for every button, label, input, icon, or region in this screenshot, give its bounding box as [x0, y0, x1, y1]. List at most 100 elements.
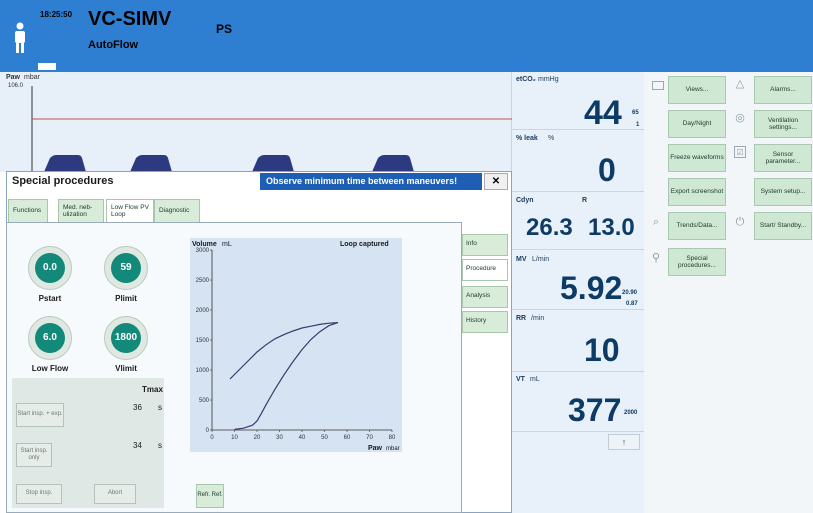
side-tab-procedure[interactable]: Procedure [462, 259, 508, 281]
mv-alarm-low: 0.87 [626, 301, 638, 307]
export-screenshot-button[interactable]: Export screenshot [668, 178, 726, 206]
sensor-icon: ☑ [734, 146, 746, 158]
tab-functions[interactable]: Functions [8, 199, 48, 223]
side-tab-history[interactable]: History [462, 311, 508, 333]
y-axis-label: Volume [192, 241, 217, 248]
etco2-unit: mmHg [538, 76, 559, 83]
x-tick-label: 10 [231, 435, 238, 441]
x-tick-label: 50 [321, 435, 328, 441]
mv-unit: L/min [532, 256, 550, 263]
ventilation-mode[interactable]: VC-SIMV [88, 8, 171, 31]
ventilation-submode: AutoFlow [88, 39, 139, 51]
pstart-label: Pstart [38, 294, 62, 303]
y-axis-unit: mL [222, 241, 232, 248]
scroll-up-button[interactable]: ↑ [608, 434, 640, 450]
tab-diagnostic[interactable]: Diagnostic [154, 199, 200, 223]
tmax-value-2: 34 [133, 441, 142, 450]
search-icon: ⌕ [652, 216, 660, 228]
x-axis-label: Paw [368, 445, 383, 452]
r-label: R [582, 197, 588, 204]
stop-insp-button[interactable]: Stop insp. [16, 484, 62, 504]
alarms-button[interactable]: Alarms... [754, 76, 812, 104]
x-axis-unit: mbar [386, 446, 400, 452]
etco2-alarm-low: 1 [636, 122, 640, 128]
x-tick-label: 30 [276, 435, 283, 441]
close-icon[interactable]: ✕ [484, 173, 508, 190]
mv-value: 5.92 [560, 270, 623, 306]
plimit-knob[interactable]: 59 [104, 246, 148, 290]
tmax-label: Tmax [142, 385, 163, 394]
etco2-value: 44 [584, 94, 622, 132]
vt-label: VT [516, 376, 525, 383]
daynight-button[interactable]: Day/Night [668, 110, 726, 138]
side-tab-info[interactable]: Info [462, 234, 508, 256]
plimit-value: 59 [111, 253, 141, 283]
special-procedures-button[interactable]: Special procedures... [668, 248, 726, 276]
vlimit-value: 1800 [111, 323, 141, 353]
vlimit-knob[interactable]: 1800 [104, 316, 148, 360]
rr-value: 10 [584, 332, 620, 368]
x-tick-label: 70 [366, 435, 373, 441]
r-value: 13.0 [588, 214, 635, 241]
low-flow-value: 6.0 [35, 323, 65, 353]
power-icon: ⏻ [735, 216, 745, 228]
refresh-reference-button[interactable]: Refr. Ref. [196, 484, 224, 508]
low-flow-label: Low Flow [31, 364, 69, 373]
start-insp-exp-button[interactable]: Start insp. + exp. [16, 403, 64, 427]
tmax-unit-2: s [158, 441, 162, 450]
pressure-waveform [31, 86, 512, 172]
dialog-message: Observe minimum time between maneuvers! [260, 173, 482, 190]
freeze-waveforms-button[interactable]: Freeze waveforms [668, 144, 726, 172]
alarm-triangle-icon: △ [735, 78, 745, 90]
tab-low-flow-pv-loop[interactable]: Low Flow PV Loop [106, 199, 154, 223]
y-tick-label: 1000 [196, 368, 210, 374]
side-tab-analysis[interactable]: Analysis [462, 286, 508, 308]
system-setup-button[interactable]: System setup... [754, 178, 812, 206]
leak-unit: % [548, 135, 555, 142]
tab-med-nebulization[interactable]: Med. neb-ulization [58, 199, 104, 223]
cdyn-label: Cdyn [516, 197, 534, 204]
low-flow-knob[interactable]: 6.0 [28, 316, 72, 360]
abort-button[interactable]: Abort [94, 484, 136, 504]
vt-alarm-high: 2000 [624, 410, 638, 416]
vlimit-label: Vlimit [115, 364, 137, 373]
start-standby-button[interactable]: Start/ Standby... [754, 212, 812, 240]
chart-background [190, 238, 402, 452]
views-icon [652, 81, 664, 90]
x-tick-label: 80 [389, 435, 396, 441]
mv-alarm-high: 20.90 [622, 290, 638, 296]
patient-icon[interactable] [12, 22, 28, 54]
trends-data-button[interactable]: Trends/Data... [668, 212, 726, 240]
rr-label: RR [516, 315, 527, 322]
pstart-value: 0.0 [35, 253, 65, 283]
y-tick-label: 2000 [196, 308, 210, 314]
x-tick-label: 40 [299, 435, 306, 441]
vt-value: 377 [568, 392, 622, 428]
right-button-panel [644, 72, 813, 513]
leak-value: 0 [598, 152, 616, 188]
special-procedures-icon: ⚲ [651, 252, 661, 264]
ps-indicator: PS [216, 22, 233, 36]
y-tick-label: 1500 [196, 338, 210, 344]
y-tick-label: 2500 [196, 278, 210, 284]
y-tick-label: 500 [199, 398, 210, 404]
views-button[interactable]: Views... [668, 76, 726, 104]
cdyn-value: 26.3 [526, 214, 573, 241]
tmax-unit-1: s [158, 403, 162, 412]
ventilation-settings-icon: ◎ [735, 112, 745, 124]
pv-loop-chart: 0500100015002000250030000 10 20 30 40 50 60 70 8… [190, 238, 402, 452]
pstart-knob[interactable]: 0.0 [28, 246, 72, 290]
y-tick-label: 3000 [196, 248, 210, 254]
ventilation-settings-button[interactable]: Ventilation settings... [754, 110, 812, 138]
x-tick-label: 20 [254, 435, 261, 441]
mv-label: MV [516, 256, 527, 263]
dialog-title: Special procedures [12, 175, 114, 187]
start-insp-only-button[interactable]: Start insp. only [16, 443, 52, 467]
battery-icon [38, 63, 56, 70]
vt-unit: mL [530, 376, 540, 383]
rr-unit: /min [531, 315, 545, 322]
tmax-value-1: 36 [133, 403, 142, 412]
etco2-alarm-high: 65 [632, 110, 639, 116]
etco2-label: etCO₂ [516, 76, 536, 83]
sensor-parameter-button[interactable]: Sensor parameter... [754, 144, 812, 172]
